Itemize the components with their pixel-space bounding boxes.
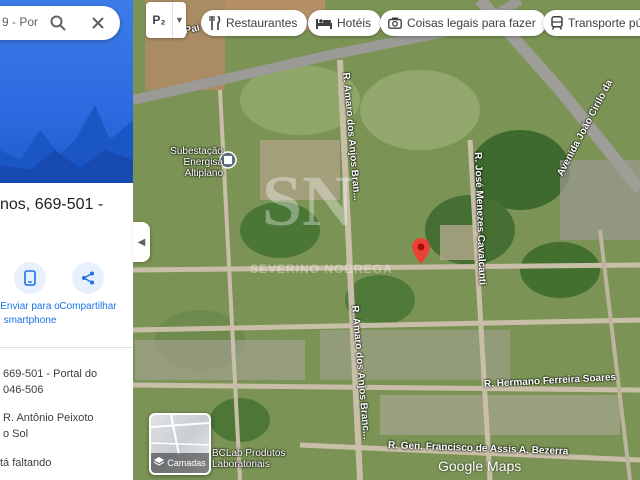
plus-code-line2: o Sol — [3, 428, 29, 440]
chip-restaurants-label: Restaurantes — [226, 16, 298, 30]
search-icon[interactable] — [48, 13, 68, 33]
poi-label-bclab-text: BCLab Produtos Laboratoriais — [212, 448, 286, 470]
layers-label-bar: Camadas — [151, 453, 209, 473]
phone-icon — [14, 262, 46, 294]
chevron-down-icon[interactable]: ▼ — [172, 2, 186, 38]
plus-code-row[interactable]: R. Antônio Peixoto o Sol — [0, 410, 94, 442]
google-maps-logo: Google Maps — [438, 458, 522, 474]
search-box[interactable]: 9 - Por — [0, 6, 120, 40]
place-hero-image[interactable]: 9 - Por — [0, 0, 133, 183]
close-icon[interactable] — [88, 13, 108, 33]
poi-label-subestacao[interactable]: Subestação Energisa Altiplano — [168, 146, 223, 179]
chip-restaurants[interactable]: Restaurantes — [201, 10, 308, 36]
map-type-label: P₂ — [152, 13, 166, 27]
layers-icon — [153, 457, 165, 469]
restaurant-icon — [209, 16, 221, 30]
search-input[interactable]: 9 - Por — [2, 15, 38, 29]
layers-thumbnail — [151, 415, 209, 456]
share-icon — [72, 262, 104, 294]
layers-label: Camadas — [167, 458, 206, 468]
watermark-text: SEVERINO NOBREGA — [250, 262, 393, 276]
map-type-button[interactable]: P₂ ▼ — [146, 2, 186, 38]
send-to-phone-button[interactable]: Enviar para o smartphone — [0, 262, 60, 328]
chevron-left-icon: ◀ — [137, 236, 146, 248]
missing-info-text: tá faltando — [0, 457, 52, 469]
missing-info-row[interactable]: tá faltando — [0, 455, 51, 471]
chip-transit-label: Transporte pú — [568, 16, 640, 30]
address-line2: 046-506 — [3, 384, 44, 396]
location-pin-icon[interactable] — [412, 238, 430, 264]
place-title: nos, 669-501 - — [0, 196, 104, 213]
chip-transit[interactable]: Transporte pú — [543, 10, 640, 36]
poi-label-bclab[interactable]: BCLab Produtos Laboratoriais — [212, 448, 302, 470]
hotel-icon — [316, 17, 332, 29]
camera-icon — [388, 17, 402, 29]
plus-code-line1: R. Antônio Peixoto — [3, 412, 94, 424]
poi-label-subestacao-text: Subestação Energisa Altiplano — [170, 146, 223, 179]
chip-hotels[interactable]: Hotéis — [308, 10, 382, 36]
chip-things-to-do-label: Coisas legais para fazer — [407, 16, 536, 30]
collapse-panel-button[interactable]: ◀ — [133, 222, 150, 262]
layers-button[interactable]: Camadas — [149, 413, 211, 475]
send-to-phone-label: Enviar para o smartphone — [0, 301, 60, 326]
address-line1: 669-501 - Portal do — [3, 368, 98, 380]
place-panel: 9 - Por nos, 669-501 - Enviar para o sma… — [0, 0, 133, 480]
address-row[interactable]: 669-501 - Portal do 046-506 — [0, 366, 97, 398]
share-button[interactable]: Compartilhar — [58, 262, 118, 314]
chip-things-to-do[interactable]: Coisas legais para fazer — [380, 10, 546, 36]
panel-divider — [0, 347, 133, 348]
chip-hotels-label: Hotéis — [337, 16, 372, 30]
watermark-logo: SN — [262, 161, 355, 241]
transit-icon — [551, 16, 563, 30]
share-label: Compartilhar — [59, 301, 117, 312]
